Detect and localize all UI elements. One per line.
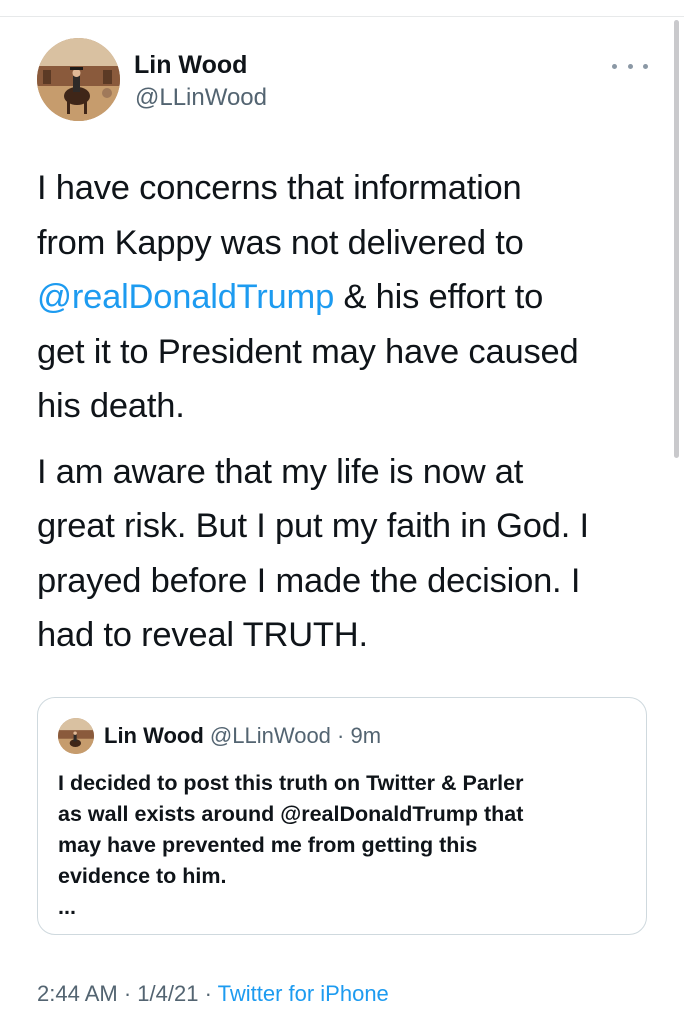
quoted-author-handle: @LLinWood: [209, 723, 331, 748]
tweet-time[interactable]: 2:44 AM: [37, 981, 118, 1006]
more-horizontal-icon[interactable]: [612, 56, 648, 76]
quoted-author-avatar: [58, 718, 94, 754]
quoted-separator: ·: [330, 723, 351, 748]
tweet-source-link[interactable]: Twitter for iPhone: [218, 981, 389, 1006]
tweet-line: had to reveal TRUTH.: [37, 616, 368, 654]
scrollbar[interactable]: [674, 20, 679, 458]
tweet-line: I am aware that my life is now at: [37, 452, 524, 491]
tweet-line: get it to President may have caused: [37, 332, 579, 371]
tweet-line: from Kappy was not delivered to: [37, 223, 524, 262]
top-divider: [0, 16, 684, 17]
more-dot: [627, 63, 633, 69]
tweet-text: I have concerns that information from Ka…: [37, 161, 657, 663]
quoted-author-name: Lin Wood: [104, 723, 204, 748]
tweet-paragraph-2: I am aware that my life is now at great …: [37, 445, 657, 663]
tweet-line: his death.: [37, 387, 185, 425]
quoted-tweet-card[interactable]: Lin Wood @LLinWood · 9m I decided to pos…: [37, 697, 647, 935]
quoted-tweet-text: I decided to post this truth on Twitter …: [58, 768, 638, 923]
quoted-tweet-header: Lin Wood @LLinWood · 9m: [104, 722, 381, 750]
tweet-date[interactable]: 1/4/21: [137, 981, 198, 1006]
quoted-line: evidence to him.: [58, 864, 227, 888]
mention-link[interactable]: @realDonaldTrump: [37, 278, 334, 316]
tweet-meta: 2:44 AM · 1/4/21 · Twitter for iPhone: [37, 980, 389, 1008]
tweet-paragraph-1: I have concerns that information from Ka…: [37, 161, 657, 434]
more-dot: [612, 63, 617, 69]
tweet-line: @realDonaldTrump & his effort to: [37, 270, 657, 325]
quoted-line: as wall exists around @realDonaldTrump t…: [58, 802, 524, 826]
author-name[interactable]: Lin Wood: [134, 50, 247, 80]
quoted-timestamp: 9m: [350, 723, 382, 748]
meta-separator: ·: [198, 981, 218, 1006]
author-avatar[interactable]: [37, 38, 120, 121]
tweet-detail-page: Lin Wood @LLinWood I have concerns that …: [0, 0, 684, 1024]
more-dot: [643, 63, 648, 69]
quoted-ellipsis: ...: [58, 895, 76, 919]
quoted-line: I decided to post this truth on Twitter …: [58, 771, 524, 795]
tweet-line: I have concerns that information: [37, 169, 522, 207]
tweet-line: great risk. But I put my faith in God. I: [37, 507, 589, 545]
meta-separator: ·: [117, 981, 138, 1006]
quoted-line: may have prevented me from getting this: [58, 833, 478, 857]
author-handle[interactable]: @LLinWood: [135, 83, 267, 113]
tweet-line-text: & his effort to: [334, 278, 544, 316]
tweet-line: prayed before I made the decision. I: [37, 561, 581, 600]
